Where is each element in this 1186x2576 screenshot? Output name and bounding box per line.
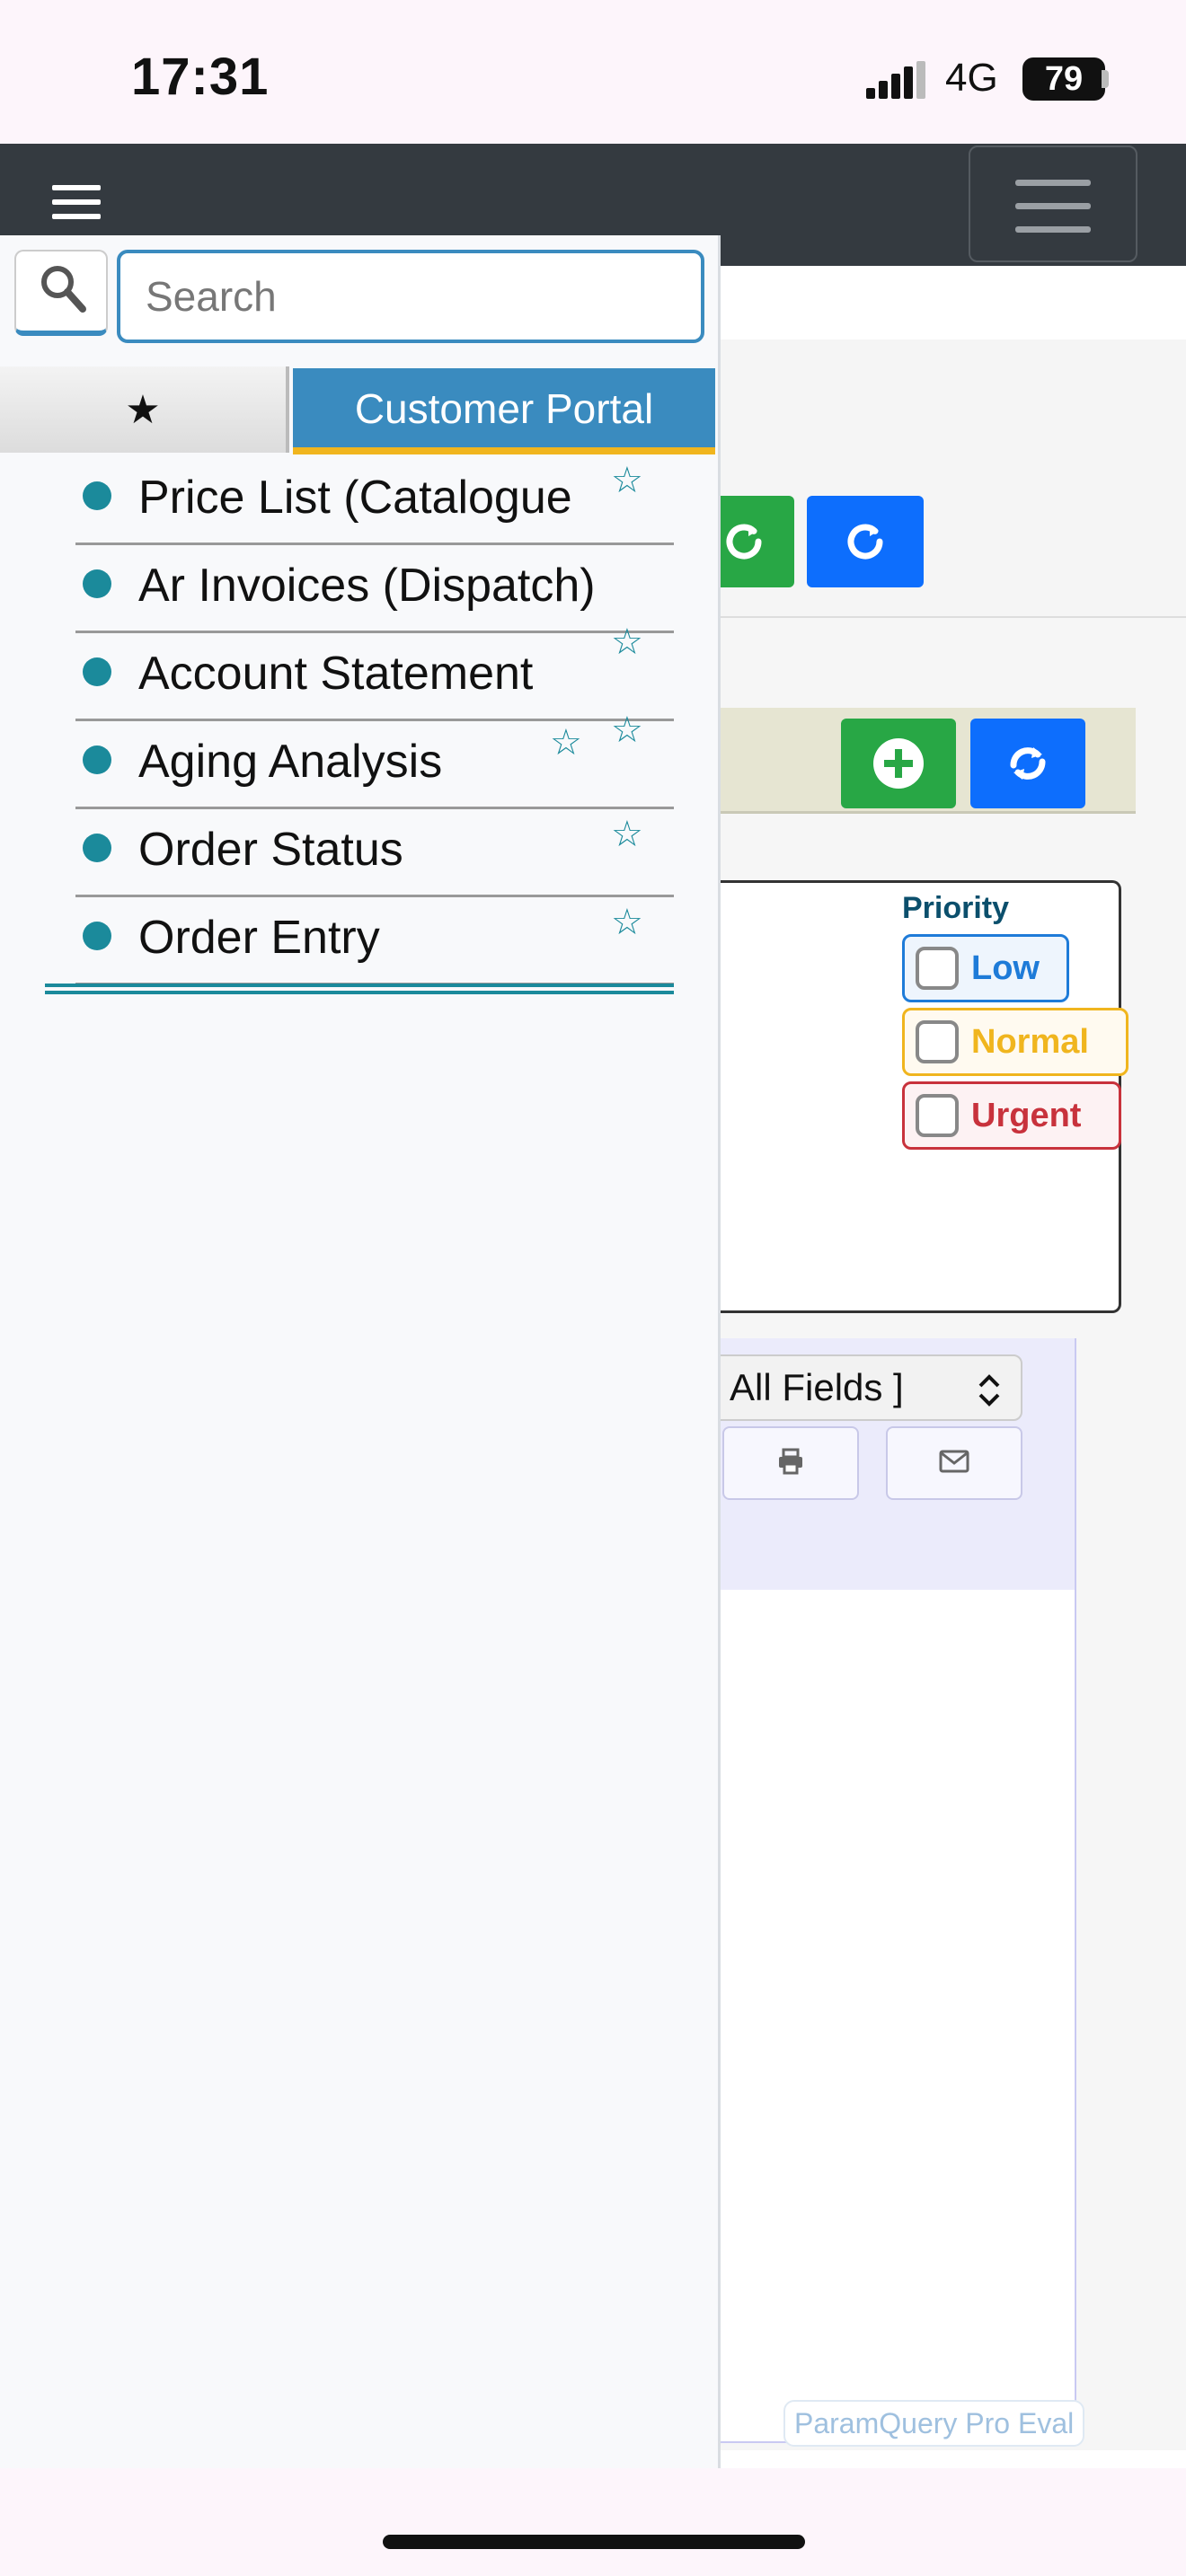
menu-item-label: Account Statement xyxy=(138,648,534,700)
battery-tip xyxy=(1102,70,1109,88)
bullet-icon xyxy=(83,481,111,510)
favorite-star-icon[interactable]: ☆ xyxy=(611,814,643,855)
printer-icon xyxy=(776,1448,805,1479)
battery-icon: 79 xyxy=(1022,57,1105,101)
email-button[interactable] xyxy=(886,1426,1022,1500)
priority-urgent-option[interactable]: Urgent xyxy=(902,1081,1121,1150)
favorite-star-icon[interactable]: ☆ xyxy=(611,622,643,663)
refresh-button[interactable] xyxy=(807,496,924,587)
watermark: ParamQuery Pro Eval xyxy=(783,2400,1085,2447)
envelope-icon xyxy=(939,1450,969,1478)
chevron-updown-icon xyxy=(976,1367,1003,1430)
favorite-star-icon[interactable]: ☆ xyxy=(550,722,582,763)
fields-select-value: All Fields ] xyxy=(730,1366,904,1408)
search-input[interactable] xyxy=(117,250,704,343)
menu-item-price-list[interactable]: Price List (Catalogue xyxy=(75,456,674,545)
priority-normal-checkbox[interactable] xyxy=(916,1020,959,1063)
tab-customer-portal[interactable]: Customer Portal xyxy=(293,368,715,454)
favorite-star-icon[interactable]: ☆ xyxy=(611,710,643,751)
menu-item-order-status[interactable]: Order Status xyxy=(75,808,674,897)
menu-item-aging-analysis[interactable]: Aging Analysis xyxy=(75,720,674,809)
print-button[interactable] xyxy=(722,1426,859,1500)
star-filled-icon: ★ xyxy=(125,387,161,432)
navbar-toggler-button[interactable] xyxy=(969,146,1137,262)
network-type: 4G xyxy=(945,56,998,100)
add-button[interactable] xyxy=(841,719,956,808)
menu-item-order-entry[interactable]: Order Entry xyxy=(75,896,674,985)
priority-label: Priority xyxy=(902,891,1010,925)
search-button[interactable] xyxy=(14,250,108,336)
status-time: 17:31 xyxy=(131,48,270,106)
menu-divider xyxy=(45,984,674,994)
priority-low-option[interactable]: Low xyxy=(902,934,1069,1002)
menu-item-label: Aging Analysis xyxy=(138,736,443,788)
tab-favorites[interactable]: ★ xyxy=(0,366,289,453)
menu-item-label: Order Status xyxy=(138,824,403,876)
bullet-icon xyxy=(83,745,111,774)
priority-urgent-checkbox[interactable] xyxy=(916,1094,959,1137)
menu-item-label: Price List (Catalogue xyxy=(138,472,572,524)
home-indicator[interactable] xyxy=(383,2535,805,2549)
bullet-icon xyxy=(83,922,111,950)
priority-normal-label: Normal xyxy=(971,1022,1089,1061)
priority-low-checkbox[interactable] xyxy=(916,947,959,990)
search-icon xyxy=(38,262,88,321)
sync-button[interactable] xyxy=(970,719,1085,808)
bullet-icon xyxy=(83,569,111,598)
favorite-star-icon[interactable]: ☆ xyxy=(611,902,643,943)
menu-item-account-statement[interactable]: Account Statement xyxy=(75,632,674,721)
favorite-star-icon[interactable]: ☆ xyxy=(611,460,643,501)
menu-item-label: Ar Invoices (Dispatch) xyxy=(138,560,596,612)
priority-normal-option[interactable]: Normal xyxy=(902,1008,1128,1076)
bullet-icon xyxy=(83,834,111,862)
menu-icon[interactable] xyxy=(52,183,101,223)
menu-item-ar-invoices[interactable]: Ar Invoices (Dispatch) xyxy=(75,544,674,633)
menu-item-label: Order Entry xyxy=(138,912,380,964)
fields-select[interactable]: All Fields ] xyxy=(710,1354,1022,1421)
priority-low-label: Low xyxy=(971,948,1040,987)
signal-icon xyxy=(866,61,929,101)
bullet-icon xyxy=(83,657,111,686)
priority-urgent-label: Urgent xyxy=(971,1096,1082,1134)
